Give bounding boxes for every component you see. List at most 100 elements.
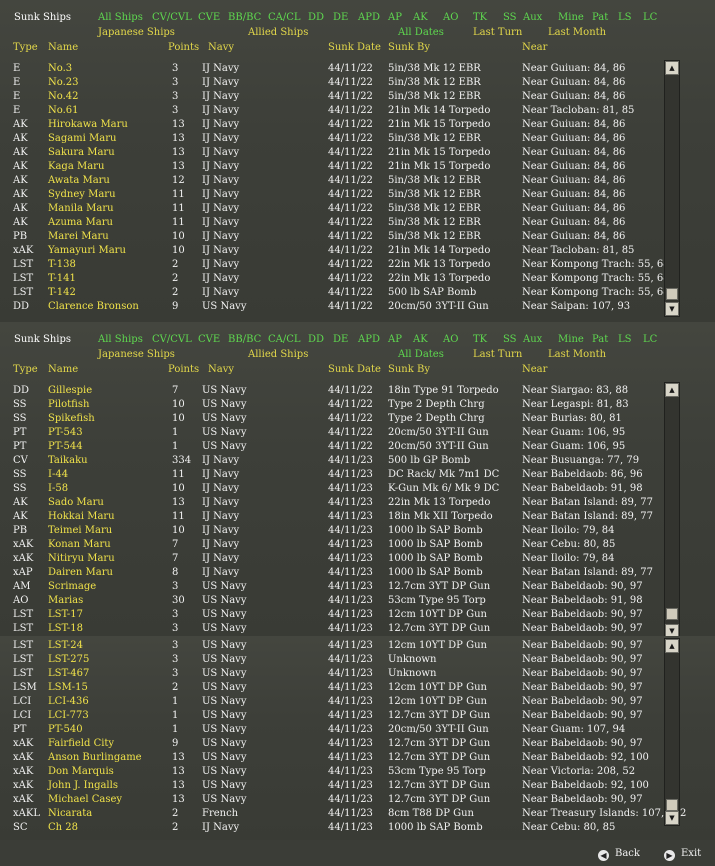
filter-tk[interactable]: TK <box>473 12 487 23</box>
filter-ak[interactable]: AK <box>413 12 428 23</box>
column-header-date[interactable]: Sunk Date <box>328 42 381 53</box>
filter-ak[interactable]: AK <box>413 334 428 345</box>
back-button[interactable]: ◀ Back <box>598 848 640 861</box>
filter-ao[interactable]: AO <box>443 334 458 345</box>
table-row[interactable]: AK Hirokawa Maru 13 IJ Navy 44/11/22 21in Mk … <box>0 118 660 132</box>
column-header-name[interactable]: Name <box>48 42 78 53</box>
column-header-by[interactable]: Sunk By <box>388 42 430 53</box>
table-row[interactable]: LST LST-18 3 US Navy 44/11/23 12.7cm 3YT DP G… <box>0 622 660 636</box>
filter-allied-ships[interactable]: Allied Ships <box>248 27 308 38</box>
table-row[interactable]: E No.42 3 IJ Navy 44/11/22 5in/38 Mk 12 EBR Ne… <box>0 90 660 104</box>
table-row[interactable]: AK Sado Maru 13 IJ Navy 44/11/23 22in Mk 13 T… <box>0 496 660 510</box>
table-row[interactable]: SS Spikefish 10 US Navy 44/11/22 Type 2 Depth… <box>0 412 660 426</box>
table-row[interactable]: AM Scrimage 3 US Navy 44/11/23 12.7cm 3YT DP … <box>0 580 660 594</box>
filter-ap[interactable]: AP <box>388 12 402 23</box>
filter-cv-cvl[interactable]: CV/CVL <box>152 334 192 345</box>
table-row[interactable]: xAK Fairfield City 9 US Navy 44/11/23 12.7cm … <box>0 737 660 751</box>
table-row[interactable]: PB Marei Maru 10 IJ Navy 44/11/22 5in/38 Mk 1… <box>0 230 660 244</box>
table-row[interactable]: DD Gillespie 7 US Navy 44/11/22 18in Type 91 … <box>0 384 660 398</box>
filter-ls[interactable]: LS <box>618 12 632 23</box>
filter-all-dates[interactable]: All Dates <box>398 349 444 360</box>
column-header-points[interactable]: Points <box>168 42 199 53</box>
table-row[interactable]: AK Hokkai Maru 11 IJ Navy 44/11/23 18in Mk XI… <box>0 510 660 524</box>
filter-all-dates[interactable]: All Dates <box>398 27 444 38</box>
filter-all-ships[interactable]: All Ships <box>98 334 143 345</box>
table-row[interactable]: CV Taikaku 334 IJ Navy 44/11/23 500 lb GP Bom… <box>0 454 660 468</box>
table-row[interactable]: AK Manila Maru 11 IJ Navy 44/11/22 5in/38 Mk … <box>0 202 660 216</box>
table-row[interactable]: AK Sydney Maru 11 IJ Navy 44/11/22 5in/38 Mk … <box>0 188 660 202</box>
table-row[interactable]: DD Clarence Bronson 9 US Navy 44/11/22 20cm/5… <box>0 300 660 314</box>
filter-apd[interactable]: APD <box>358 334 380 345</box>
filter-ap[interactable]: AP <box>388 334 402 345</box>
table-row[interactable]: LST LST-467 3 US Navy 44/11/23 Unknown Near Ba… <box>0 667 660 681</box>
column-header-navy[interactable]: Navy <box>208 42 234 53</box>
filter-ao[interactable]: AO <box>443 12 458 23</box>
column-header-points[interactable]: Points <box>168 364 199 375</box>
filter-dd[interactable]: DD <box>308 12 324 23</box>
table-row[interactable]: E No.23 3 IJ Navy 44/11/22 5in/38 Mk 12 EBR Ne… <box>0 76 660 90</box>
scroll-up-icon[interactable]: ▲ <box>665 639 679 653</box>
table-row[interactable]: SS I-44 11 IJ Navy 44/11/23 DC Rack/ Mk 7m1 D… <box>0 468 660 482</box>
scroll-down-icon[interactable]: ▼ <box>665 302 679 316</box>
table-row[interactable]: LCI LCI-773 1 US Navy 44/11/23 12.7cm 3YT DP … <box>0 709 660 723</box>
exit-button[interactable]: ▶ Exit <box>664 848 701 861</box>
column-header-type[interactable]: Type <box>13 364 38 375</box>
table-row[interactable]: xAK Yamayuri Maru 10 IJ Navy 44/11/22 21in Mk… <box>0 244 660 258</box>
scroll-thumb[interactable] <box>666 799 678 811</box>
filter-pat[interactable]: Pat <box>592 334 608 345</box>
table-row[interactable]: AK Kaga Maru 13 IJ Navy 44/11/22 21in Mk 15 T… <box>0 160 660 174</box>
filter-last-turn[interactable]: Last Turn <box>473 27 522 38</box>
column-header-near[interactable]: Near <box>522 364 547 375</box>
table-row[interactable]: LST T-142 2 IJ Navy 44/11/22 500 lb SAP Bomb N… <box>0 286 670 300</box>
filter-mine[interactable]: Mine <box>558 334 584 345</box>
filter-bb-bc[interactable]: BB/BC <box>228 334 261 345</box>
column-header-type[interactable]: Type <box>13 42 38 53</box>
table-row[interactable]: LCI LCI-436 1 US Navy 44/11/23 12cm 10YT DP G… <box>0 695 660 709</box>
filter-allied-ships[interactable]: Allied Ships <box>248 349 308 360</box>
table-row[interactable]: PT PT-544 1 US Navy 44/11/22 20cm/50 3YT-II G… <box>0 440 660 454</box>
filter-aux[interactable]: Aux <box>523 12 542 23</box>
filter-de[interactable]: DE <box>333 334 348 345</box>
table-row[interactable]: xAK John J. Ingalls 13 US Navy 44/11/23 12.7c… <box>0 779 660 793</box>
filter-mine[interactable]: Mine <box>558 12 584 23</box>
filter-japanese-ships[interactable]: Japanese Ships <box>98 349 175 360</box>
table-row[interactable]: xAK Nitiryu Maru 7 IJ Navy 44/11/23 1000 lb S… <box>0 552 660 566</box>
filter-all-ships[interactable]: All Ships <box>98 12 143 23</box>
table-row[interactable]: LST LST-17 3 US Navy 44/11/23 12cm 10YT DP Gu… <box>0 608 660 622</box>
table-row[interactable]: xAP Dairen Maru 8 IJ Navy 44/11/23 1000 lb SA… <box>0 566 660 580</box>
filter-bb-bc[interactable]: BB/BC <box>228 12 261 23</box>
filter-cve[interactable]: CVE <box>198 334 220 345</box>
filter-ca-cl[interactable]: CA/CL <box>268 12 301 23</box>
scroll-up-icon[interactable]: ▲ <box>665 383 679 397</box>
column-header-name[interactable]: Name <box>48 364 78 375</box>
table-row[interactable]: LSM LSM-15 2 US Navy 44/11/23 12cm 10YT DP Gu… <box>0 681 660 695</box>
filter-ss[interactable]: SS <box>503 334 517 345</box>
table-row[interactable]: xAK Michael Casey 13 US Navy 44/11/23 12.7cm … <box>0 793 660 807</box>
table-row[interactable]: SS Pilotfish 10 US Navy 44/11/22 Type 2 Depth… <box>0 398 660 412</box>
column-header-by[interactable]: Sunk By <box>388 364 430 375</box>
filter-apd[interactable]: APD <box>358 12 380 23</box>
scroll-thumb[interactable] <box>666 288 678 300</box>
scroll-up-icon[interactable]: ▲ <box>665 61 679 75</box>
filter-de[interactable]: DE <box>333 12 348 23</box>
filter-tk[interactable]: TK <box>473 334 487 345</box>
table-row[interactable]: xAK Don Marquis 13 US Navy 44/11/23 53cm Type… <box>0 765 660 779</box>
table-row[interactable]: SC Ch 28 2 IJ Navy 44/11/23 1000 lb SAP Bomb N… <box>0 821 660 835</box>
table-row[interactable]: LST LST-24 3 US Navy 44/11/23 12cm 10YT DP Gu… <box>0 639 660 653</box>
table-row[interactable]: E No.3 3 IJ Navy 44/11/22 5in/38 Mk 12 EBR Nea… <box>0 62 660 76</box>
filter-lc[interactable]: LC <box>643 334 657 345</box>
table-row[interactable]: AK Awata Maru 12 IJ Navy 44/11/22 5in/38 Mk 1… <box>0 174 660 188</box>
filter-last-month[interactable]: Last Month <box>548 27 606 38</box>
table-row[interactable]: LST LST-275 3 US Navy 44/11/23 Unknown Near Ba… <box>0 653 660 667</box>
filter-last-turn[interactable]: Last Turn <box>473 349 522 360</box>
filter-pat[interactable]: Pat <box>592 12 608 23</box>
scroll-down-icon[interactable]: ▼ <box>665 811 679 825</box>
column-header-near[interactable]: Near <box>522 42 547 53</box>
table-row[interactable]: PT PT-543 1 US Navy 44/11/22 20cm/50 3YT-II G… <box>0 426 660 440</box>
column-header-navy[interactable]: Navy <box>208 364 234 375</box>
table-row[interactable]: xAKL Nicarata 2 French 44/11/23 8cm T88 DP Gu… <box>0 807 686 821</box>
table-row[interactable]: AK Azuma Maru 11 IJ Navy 44/11/22 5in/38 Mk 1… <box>0 216 660 230</box>
scrollbar[interactable]: ▲ ▼ <box>664 60 680 317</box>
filter-aux[interactable]: Aux <box>523 334 542 345</box>
table-row[interactable]: SS I-58 10 IJ Navy 44/11/23 K-Gun Mk 6/ Mk 9 … <box>0 482 660 496</box>
